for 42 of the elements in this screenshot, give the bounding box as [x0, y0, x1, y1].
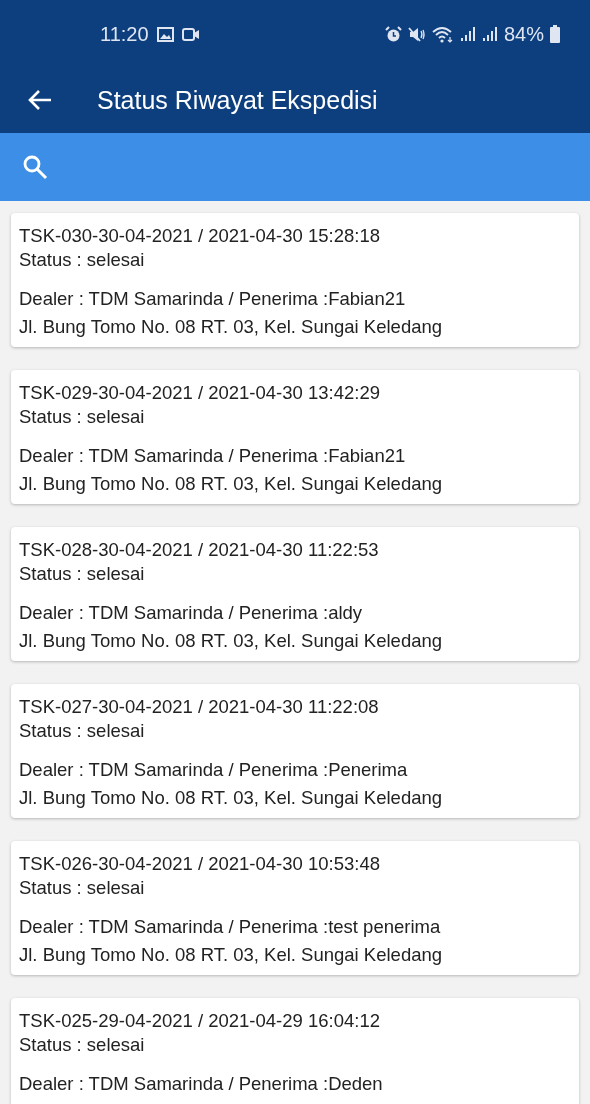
signal-icon: [459, 26, 476, 42]
dealer-recipient: Dealer : TDM Samarinda / Penerima :Deden: [19, 1072, 383, 1096]
record-id-date: TSK-027-30-04-2021 / 2021-04-30 11:22:08: [19, 695, 379, 719]
record-address: Jl. Bung Tomo No. 08 RT. 03, Kel. Sungai Keledang: [19, 943, 443, 967]
record-card[interactable]: TSK-029-30-04-2021 / 2021-04-30 13:42:29 Status : selesai Dealer : TDM Samarinda / Penerima :Fabian21 Jl. Bung Tomo No. 08 RT. 03, Kel. Sungai Keledang: [11, 370, 579, 504]
record-address: Jl. Bung Tomo No. 08 RT. 03, Kel. Sungai Keledang: [19, 629, 443, 653]
record-status: Status : selesai: [19, 562, 145, 586]
dealer-recipient: Dealer : TDM Samarinda / Penerima :Fabian21: [19, 444, 406, 468]
search-icon: [22, 154, 48, 180]
record-status: Status : selesai: [19, 405, 145, 429]
battery-icon: [550, 25, 560, 43]
record-card[interactable]: TSK-028-30-04-2021 / 2021-04-30 11:22:53 Status : selesai Dealer : TDM Samarinda / Penerima :aldy Jl. Bung Tomo No. 08 RT. 03, Kel. Sungai Keledang: [11, 527, 579, 661]
record-id-date: TSK-029-30-04-2021 / 2021-04-30 13:42:29: [19, 381, 380, 405]
record-card[interactable]: TSK-030-30-04-2021 / 2021-04-30 15:28:18 Status : selesai Dealer : TDM Samarinda / Penerima :Fabian21 Jl. Bung Tomo No. 08 RT. 03, Kel. Sungai Keledang: [11, 213, 579, 347]
signal-icon: [481, 26, 498, 42]
record-card[interactable]: TSK-026-30-04-2021 / 2021-04-30 10:53:48 Status : selesai Dealer : TDM Samarinda / Penerima :test penerima Jl. Bung Tomo No. 08 RT. 03, Kel. Sungai Keledang: [11, 841, 579, 975]
back-arrow-icon: [28, 89, 52, 111]
screen-title: Status Riwayat Ekspedisi: [97, 85, 378, 115]
dealer-recipient: Dealer : TDM Samarinda / Penerima :aldy: [19, 601, 363, 625]
record-id-date: TSK-026-30-04-2021 / 2021-04-30 10:53:48: [19, 852, 380, 876]
record-address: Jl. Bung Tomo No. 08 RT. 03, Kel. Sungai Keledang: [19, 472, 443, 496]
battery-percentage: 84%: [503, 22, 544, 46]
video-camera-icon: [181, 27, 200, 41]
wifi-icon: [431, 25, 454, 43]
alarm-icon: [384, 25, 402, 43]
record-id-date: TSK-030-30-04-2021 / 2021-04-30 15:28:18: [19, 224, 380, 248]
record-status: Status : selesai: [19, 719, 145, 743]
dealer-recipient: Dealer : TDM Samarinda / Penerima :Penerima: [19, 758, 408, 782]
record-address: Jl. Bung Tomo No. 08 RT. 03, Kel. Sungai Keledang: [19, 786, 443, 810]
record-status: Status : selesai: [19, 876, 145, 900]
record-id-date: TSK-025-29-04-2021 / 2021-04-29 16:04:12: [19, 1009, 380, 1033]
record-address: Jl. Bung Tomo No. 08 RT. 03, Kel. Sungai Keledang: [19, 315, 443, 339]
record-id-date: TSK-028-30-04-2021 / 2021-04-30 11:22:53: [19, 538, 379, 562]
record-card[interactable]: TSK-027-30-04-2021 / 2021-04-30 11:22:08 Status : selesai Dealer : TDM Samarinda / Penerima :Penerima Jl. Bung Tomo No. 08 RT. 03, Kel. Sungai Keledang: [11, 684, 579, 818]
record-card[interactable]: TSK-025-29-04-2021 / 2021-04-29 16:04:12 Status : selesai Dealer : TDM Samarinda / Penerima :Deden: [11, 998, 579, 1104]
mute-icon: [407, 25, 426, 43]
clock-time: 11:20: [100, 22, 149, 46]
record-status: Status : selesai: [19, 1033, 145, 1057]
dealer-recipient: Dealer : TDM Samarinda / Penerima :Fabian21: [19, 287, 406, 311]
image-icon: [156, 26, 174, 42]
record-status: Status : selesai: [19, 248, 145, 272]
dealer-recipient: Dealer : TDM Samarinda / Penerima :test penerima: [19, 915, 441, 939]
